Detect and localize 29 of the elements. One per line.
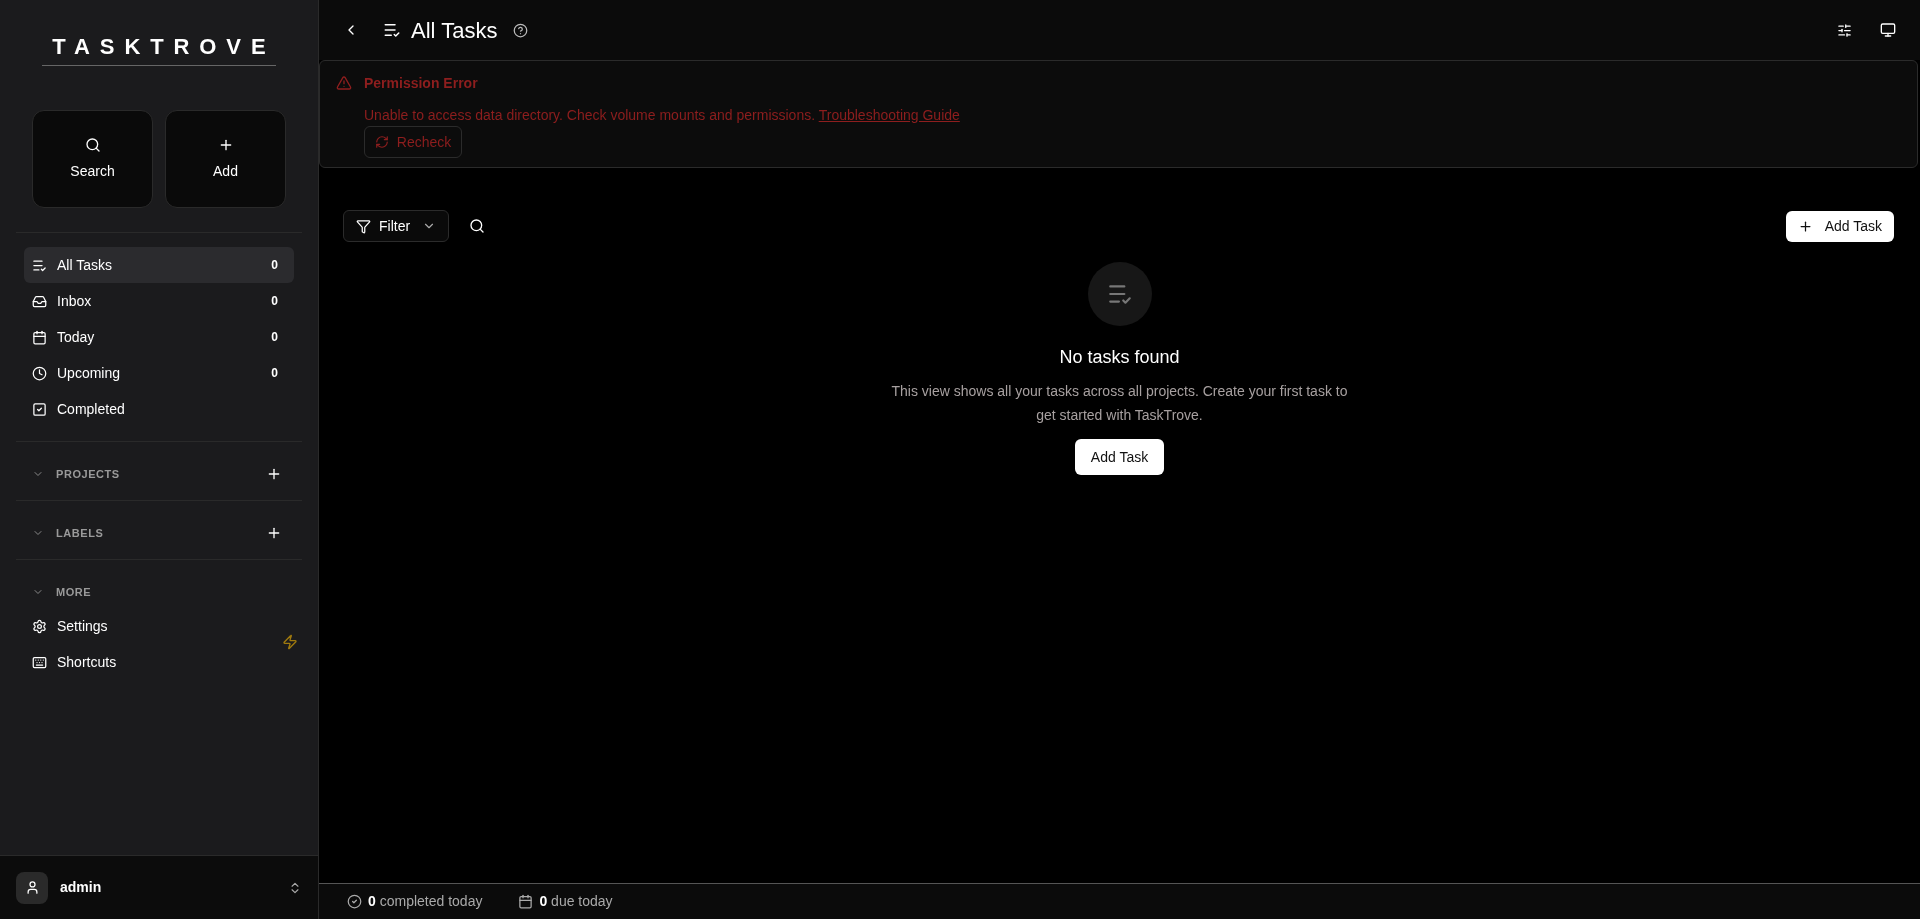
error-message: Unable to access data directory. Check volume mounts and permissions. Troubleshooting Guide bbox=[364, 106, 960, 124]
quick-action-button[interactable]: Search bbox=[32, 110, 153, 208]
task-count: 0 bbox=[271, 257, 279, 274]
task-count: 0 bbox=[271, 293, 279, 310]
add-task-button[interactable]: Add Task bbox=[1074, 439, 1165, 475]
page-title: All Tasks bbox=[411, 16, 498, 45]
status-text: 0 due today bbox=[539, 892, 613, 911]
nav-item[interactable]: Inbox 0 bbox=[24, 283, 294, 319]
user-bar[interactable]: admin bbox=[0, 855, 318, 919]
filter-button[interactable]: Filter bbox=[343, 210, 450, 242]
section-title: MORE bbox=[56, 584, 93, 600]
section-title: PROJECTS bbox=[56, 466, 121, 482]
empty-title: No tasks found bbox=[1059, 346, 1180, 369]
section-title: LABELS bbox=[56, 525, 105, 541]
nav-item[interactable]: Completed bbox=[24, 391, 294, 427]
error-title: Permission Error bbox=[364, 74, 479, 93]
nav-item[interactable]: Today 0 bbox=[24, 319, 294, 355]
user-name: admin bbox=[60, 878, 103, 897]
nav-item[interactable]: Upcoming 0 bbox=[24, 355, 294, 391]
nav-item[interactable]: All Tasks 0 bbox=[24, 247, 294, 283]
task-count: 0 bbox=[271, 329, 279, 346]
nav-item[interactable]: Settings bbox=[16, 608, 302, 644]
app-logo: TASKTROVE bbox=[42, 30, 276, 66]
task-count: 0 bbox=[271, 365, 279, 382]
empty-description: This view shows all your tasks across all projects. Create your first task to get started with TaskTrove. bbox=[890, 382, 1349, 425]
status-text: 0 completed today bbox=[368, 892, 483, 911]
add-task-button[interactable]: Add Task bbox=[1785, 210, 1894, 242]
quick-action-button[interactable]: Add bbox=[165, 110, 286, 208]
nav-item[interactable]: Shortcuts bbox=[16, 644, 302, 680]
